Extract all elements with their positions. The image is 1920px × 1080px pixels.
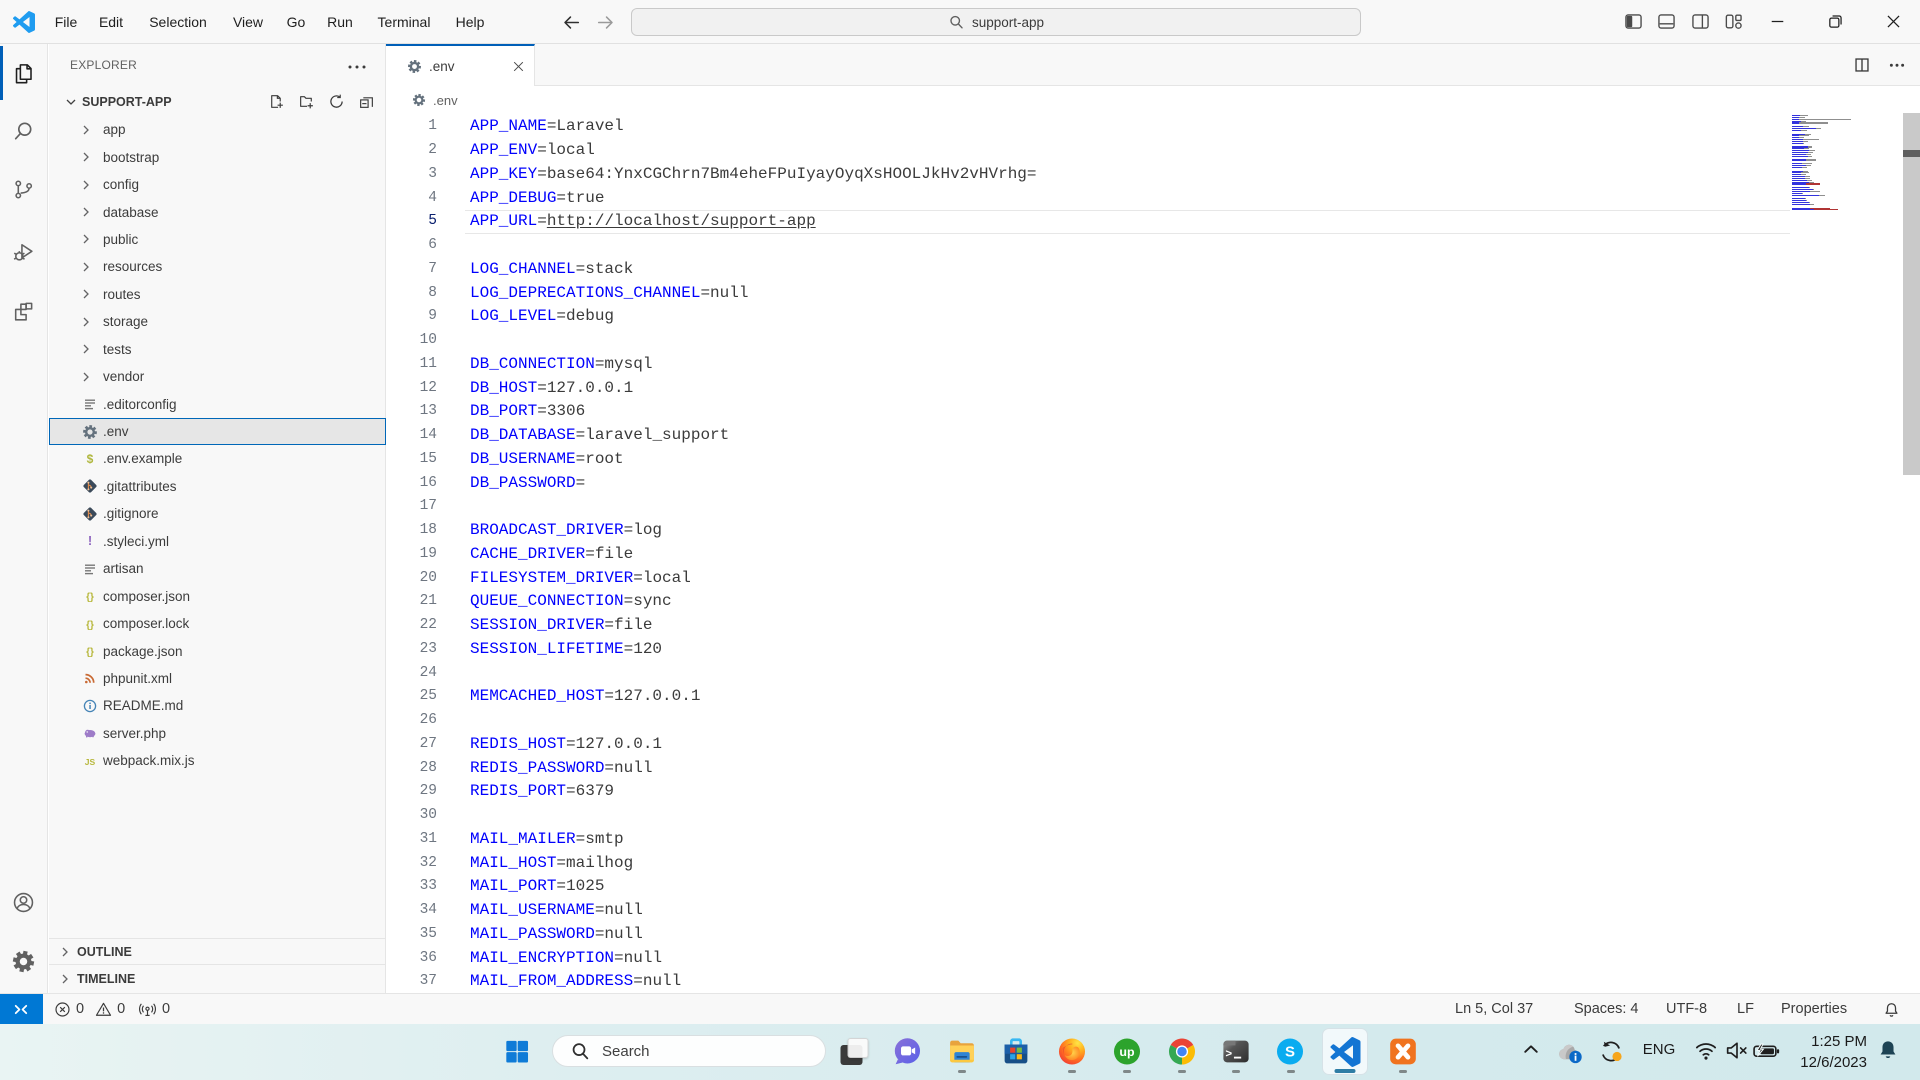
svg-text:{}: {} <box>86 592 94 603</box>
svg-text:S: S <box>1285 1044 1295 1061</box>
svg-text:{}: {} <box>86 620 94 631</box>
svg-text:JS: JS <box>85 757 96 767</box>
svg-text:up: up <box>1119 1045 1135 1059</box>
svg-text:>: > <box>1225 1049 1232 1061</box>
svg-text:{}: {} <box>86 647 94 658</box>
svg-text:!: ! <box>88 533 92 548</box>
svg-text:$: $ <box>87 452 94 466</box>
